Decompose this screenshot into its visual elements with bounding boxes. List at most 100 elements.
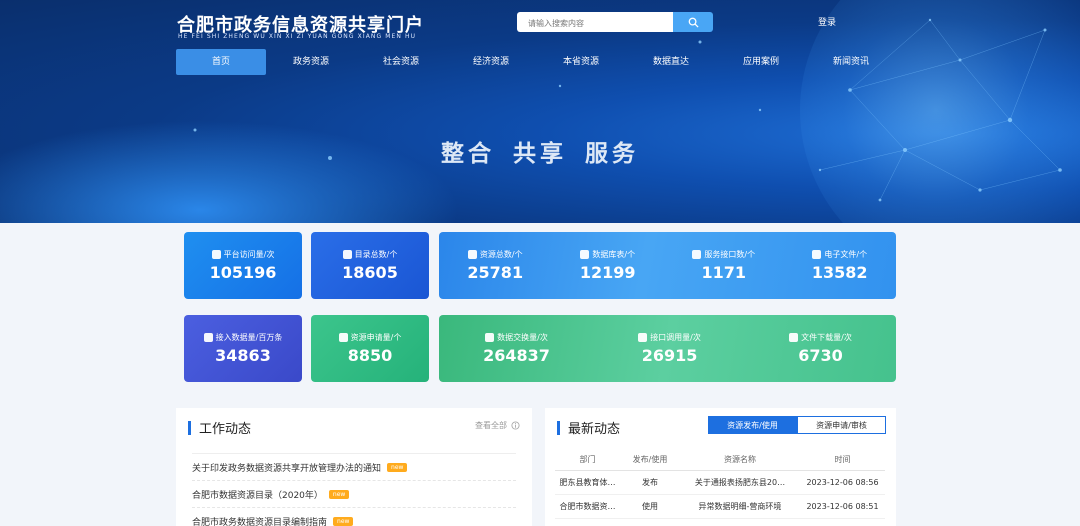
cell-resource-name: 异常数据明细-营商环境 [680, 494, 800, 519]
nav-social-resources[interactable]: 社会资源 [356, 49, 446, 75]
apply-icon [338, 333, 348, 342]
view-all-label: 查看全部 [475, 421, 507, 430]
network-dots-graphic [193, 18, 1062, 202]
exchange-icon [485, 333, 495, 342]
stat-value: 26915 [641, 346, 698, 365]
file-icon [812, 250, 822, 259]
latest-table: 部门 发布/使用 资源名称 时间 肥东县教育体… 发布 关于通报表扬肥东县20…… [555, 450, 885, 519]
work-news-panel: 工作动态 查看全部 关于印发政务数据资源共享开放管理办法的通知 new 合肥市数据… [176, 408, 532, 526]
monitor-icon [211, 250, 221, 259]
cell-time: 2023-12-06 08:51 [800, 494, 885, 519]
stat-files[interactable]: 电子文件/个 13582 [812, 249, 868, 282]
nav-home[interactable]: 首页 [176, 49, 266, 75]
stat-downloads[interactable]: 文件下载量/次 6730 [789, 332, 852, 365]
nav-cases[interactable]: 应用案例 [716, 49, 806, 75]
main-nav: 首页 政务资源 社会资源 经济资源 本省资源 数据直达 应用案例 新闻资讯 [176, 49, 896, 75]
hero-banner [0, 0, 1080, 223]
login-link[interactable]: 登录 [818, 15, 836, 28]
column-header: 时间 [800, 450, 885, 471]
nav-economic-resources[interactable]: 经济资源 [446, 49, 536, 75]
stat-card-visits[interactable]: 平台访问量/次 105196 [184, 232, 302, 299]
catalog-icon [342, 250, 352, 259]
stat-calls[interactable]: 接口调用量/次 26915 [638, 332, 701, 365]
panel-title: 工作动态 [188, 418, 251, 437]
stat-db-tables[interactable]: 数据库表/个 12199 [580, 249, 636, 282]
stat-value: 18605 [342, 263, 398, 282]
stat-label: 接入数据量/百万条 [215, 333, 283, 342]
stat-value: 34863 [215, 346, 271, 365]
stat-label: 数据库表/个 [592, 250, 636, 259]
portal-title-pinyin: HE FEI SHI ZHENG WU XIN XI ZI YUAN GONG … [178, 33, 417, 40]
search-input[interactable]: 请输入搜索内容 [517, 12, 673, 32]
tab-apply-review[interactable]: 资源申请/审核 [797, 416, 886, 434]
cell-action: 使用 [620, 494, 680, 519]
cell-time: 2023-12-06 08:56 [800, 470, 885, 495]
stat-label: 接口调用量/次 [650, 333, 701, 342]
banner-slogan: 整合 共享 服务 [440, 141, 639, 167]
stat-label: 数据交换量/次 [497, 333, 548, 342]
latest-title: 最新动态 [568, 422, 621, 437]
stat-value: 1171 [701, 263, 746, 282]
latest-panel: 最新动态 资源发布/使用 资源申请/审核 部门 发布/使用 资源名称 时间 肥东… [545, 408, 896, 526]
stat-value: 12199 [579, 263, 636, 282]
stat-resources[interactable]: 资源总数/个 25781 [467, 249, 523, 282]
stat-label: 电子文件/个 [824, 250, 868, 259]
cell-department: 肥东县教育体… [555, 470, 620, 495]
title-bar [557, 420, 560, 435]
stat-card-catalog[interactable]: 目录总数/个 18605 [311, 232, 429, 299]
panel-title: 最新动态 [557, 418, 620, 437]
stat-exchange[interactable]: 数据交换量/次 264837 [483, 332, 550, 365]
news-item[interactable]: 合肥市数据资源目录（2020年） new [192, 480, 516, 507]
new-badge: new [387, 462, 408, 472]
stat-api[interactable]: 服务接口数/个 1171 [692, 249, 755, 282]
search-bar: 请输入搜索内容 [517, 12, 713, 32]
news-list: 关于印发政务数据资源共享开放管理办法的通知 new 合肥市数据资源目录（2020年… [192, 453, 516, 526]
call-icon [638, 333, 648, 342]
cell-department: 合肥市数据资… [555, 494, 620, 519]
stat-label: 资源申请量/个 [350, 333, 402, 342]
news-item[interactable]: 合肥市政务数据资源目录编制指南 new [192, 507, 516, 526]
search-icon [688, 17, 699, 28]
stat-label: 资源总数/个 [479, 250, 523, 259]
search-button[interactable] [673, 12, 713, 32]
news-title: 关于印发政务数据资源共享开放管理办法的通知 [192, 463, 382, 474]
table-row[interactable]: 合肥市数据资… 使用 异常数据明细-营商环境 2023-12-06 08:51 [555, 494, 885, 519]
table-header: 部门 发布/使用 资源名称 时间 [555, 450, 885, 471]
column-header: 发布/使用 [620, 450, 680, 471]
new-badge: new [328, 489, 350, 499]
stat-value: 264837 [483, 346, 550, 365]
nav-government-resources[interactable]: 政务资源 [266, 49, 356, 75]
database-icon [580, 250, 590, 259]
nav-province-resources[interactable]: 本省资源 [536, 49, 626, 75]
title-bar [188, 420, 191, 435]
column-header: 资源名称 [680, 450, 800, 471]
stat-card-access[interactable]: 接入数据量/百万条 34863 [184, 315, 302, 382]
new-badge: new [333, 516, 354, 526]
stat-value: 105196 [209, 263, 277, 282]
cell-action: 发布 [620, 470, 680, 495]
tab-publish-use[interactable]: 资源发布/使用 [708, 416, 797, 434]
stat-value: 6730 [798, 346, 843, 365]
news-title: 合肥市数据资源目录（2020年） [192, 490, 323, 501]
stat-label: 平台访问量/次 [223, 250, 275, 259]
stat-label: 文件下载量/次 [801, 333, 852, 342]
stat-label: 目录总数/个 [354, 250, 398, 259]
news-item[interactable]: 关于印发政务数据资源共享开放管理办法的通知 new [192, 453, 516, 480]
stat-value: 8850 [347, 346, 393, 365]
view-all-link[interactable]: 查看全部 [475, 420, 520, 431]
stat-card-apply[interactable]: 资源申请量/个 8850 [311, 315, 429, 382]
stat-value: 13582 [811, 263, 868, 282]
stat-group-resources: 资源总数/个 25781 数据库表/个 12199 服务接口数/个 1171 电子文件… [439, 232, 896, 299]
table-row[interactable]: 肥东县教育体… 发布 关于通报表扬肥东县20… 2023-12-06 08:56 [555, 470, 885, 495]
nav-news[interactable]: 新闻资讯 [806, 49, 896, 75]
stat-value: 25781 [467, 263, 524, 282]
nav-data-direct[interactable]: 数据直达 [626, 49, 716, 75]
cube-icon [467, 250, 477, 259]
info-circle-icon [511, 421, 520, 430]
stat-label: 服务接口数/个 [704, 250, 756, 259]
news-title: 合肥市政务数据资源目录编制指南 [192, 517, 328, 526]
column-header: 部门 [555, 450, 620, 471]
latest-tabs: 资源发布/使用 资源申请/审核 [708, 416, 886, 434]
interface-icon [692, 250, 702, 259]
download-icon [789, 333, 799, 342]
